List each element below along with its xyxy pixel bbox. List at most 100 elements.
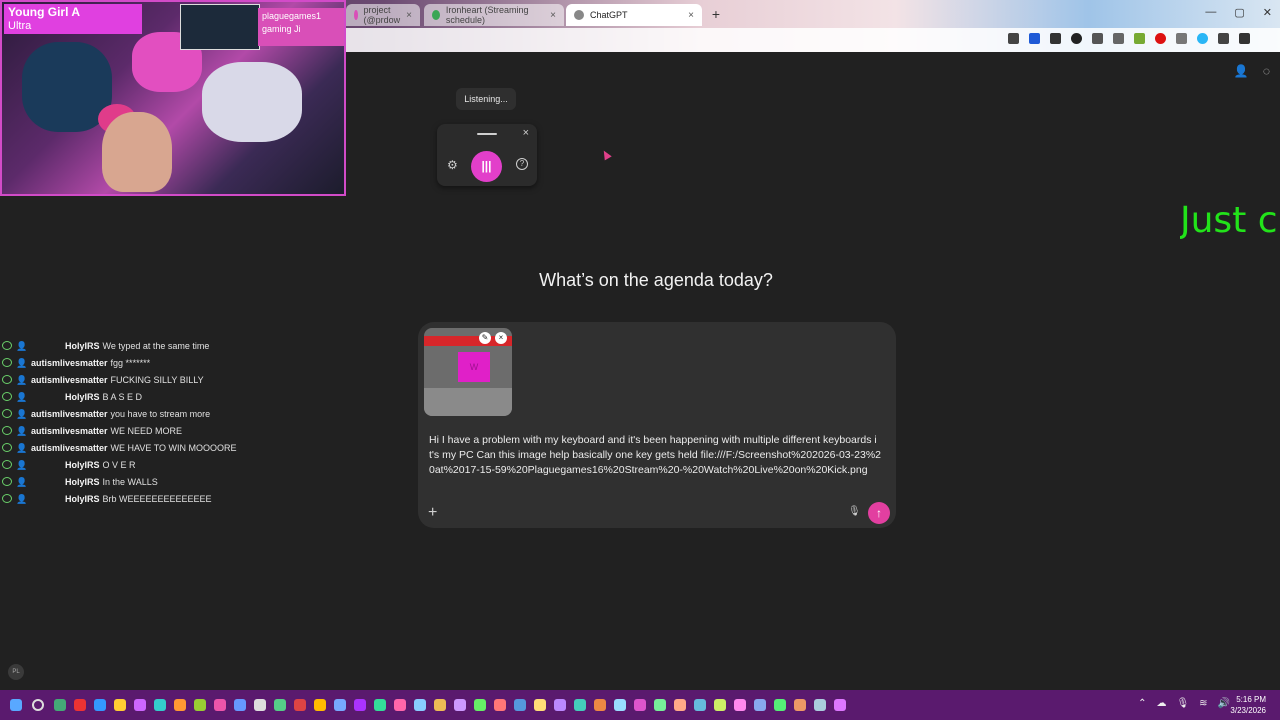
chat-username[interactable]: autismlivesmatter (31, 426, 108, 436)
chat-username[interactable]: HolyIRS (65, 460, 100, 470)
browser-tab[interactable]: project (@prdow × (346, 4, 420, 26)
taskbar-app-icon[interactable] (154, 699, 166, 711)
microphone-icon[interactable]: 🎙 (1176, 698, 1189, 709)
taskbar-app-icon[interactable] (554, 699, 566, 711)
minimize-button[interactable]: — (1205, 6, 1216, 19)
system-clock[interactable]: 5:16 PM 3/23/2026 (1230, 694, 1266, 716)
chat-username[interactable]: HolyIRS (65, 341, 100, 351)
user-icon: 👤 (16, 460, 28, 470)
shield-icon[interactable] (1134, 33, 1145, 44)
help-icon[interactable]: ? (516, 158, 528, 170)
taskbar-app-icon[interactable] (514, 699, 526, 711)
taskbar-app-icon[interactable] (574, 699, 586, 711)
tab-close-icon[interactable]: × (406, 10, 412, 21)
prompt-input[interactable]: Hi I have a problem with my keyboard and… (429, 433, 885, 478)
tab-close-icon[interactable]: × (550, 10, 556, 21)
new-tab-button[interactable]: + (708, 6, 724, 22)
taskbar-app-icon[interactable] (474, 699, 486, 711)
microphone-icon[interactable]: 🎙 (848, 506, 861, 518)
chat-username[interactable]: HolyIRS (65, 392, 100, 402)
taskbar-app-icon[interactable] (354, 699, 366, 711)
taskbar-app-icon[interactable] (754, 699, 766, 711)
chat-username[interactable]: autismlivesmatter (31, 375, 108, 385)
extension-icon[interactable] (1071, 33, 1082, 44)
taskbar-app-icon[interactable] (794, 699, 806, 711)
taskbar-app-icon[interactable] (454, 699, 466, 711)
prompt-composer[interactable]: W ✎ × Hi I have a problem with my keyboa… (418, 322, 896, 528)
taskbar-app-icon[interactable] (234, 699, 246, 711)
chat-text: FUCKING SILLY BILLY (110, 375, 204, 385)
search-icon[interactable] (32, 699, 44, 711)
user-icon: 👤 (16, 477, 28, 487)
taskbar-app-icon[interactable] (134, 699, 146, 711)
cloud-icon[interactable]: ☁ (1156, 698, 1166, 709)
taskbar-app-icon[interactable] (94, 699, 106, 711)
chat-username[interactable]: HolyIRS (65, 477, 100, 487)
taskbar-app-icon[interactable] (654, 699, 666, 711)
taskbar-app-icon[interactable] (694, 699, 706, 711)
tab-close-icon[interactable]: × (688, 10, 694, 21)
chat-username[interactable]: autismlivesmatter (31, 358, 108, 368)
chat-text: Brb WEEEEEEEEEEEEEE (102, 494, 212, 504)
taskbar-app-icon[interactable] (594, 699, 606, 711)
volume-icon[interactable]: 🔊 (1218, 698, 1230, 709)
extension-icon[interactable] (1197, 33, 1208, 44)
taskbar-app-icon[interactable] (74, 699, 86, 711)
taskbar-app-icon[interactable] (714, 699, 726, 711)
puzzle-icon[interactable] (1092, 33, 1103, 44)
user-icon[interactable]: 👤 (1234, 64, 1249, 78)
browser-tab-active[interactable]: ChatGPT × (566, 4, 702, 26)
taskbar-app-icon[interactable] (434, 699, 446, 711)
taskbar-app-icon[interactable] (634, 699, 646, 711)
pause-button[interactable]: ||| (471, 151, 502, 182)
avatar[interactable]: PL (8, 664, 24, 680)
maximize-button[interactable]: ▢ (1234, 6, 1244, 19)
extension-icon[interactable] (1176, 33, 1187, 44)
add-attachment-button[interactable]: + (428, 504, 437, 522)
taskbar-app-icon[interactable] (614, 699, 626, 711)
taskbar-app-icon[interactable] (254, 699, 266, 711)
chat-username[interactable]: HolyIRS (65, 494, 100, 504)
taskbar-app-icon[interactable] (54, 699, 66, 711)
taskbar-app-icon[interactable] (214, 699, 226, 711)
taskbar-app-icon[interactable] (814, 699, 826, 711)
taskbar-app-icon[interactable] (394, 699, 406, 711)
wifi-icon[interactable]: ≋ (1199, 698, 1207, 709)
taskbar-app-icon[interactable] (194, 699, 206, 711)
taskbar-app-icon[interactable] (734, 699, 746, 711)
play-icon[interactable] (1155, 33, 1166, 44)
taskbar-app-icon[interactable] (834, 699, 846, 711)
remove-attachment-icon[interactable]: × (495, 332, 507, 344)
browser-tab[interactable]: Ironheart (Streaming schedule) × (424, 4, 564, 26)
voice-close-button[interactable]: × (523, 127, 529, 139)
taskbar-app-icon[interactable] (414, 699, 426, 711)
window-close-button[interactable]: ✕ (1263, 6, 1272, 19)
chat-username[interactable]: autismlivesmatter (31, 443, 108, 453)
taskbar-app-icon[interactable] (774, 699, 786, 711)
taskbar-app-icon[interactable] (534, 699, 546, 711)
taskbar-app-icon[interactable] (174, 699, 186, 711)
taskbar-app-icon[interactable] (674, 699, 686, 711)
windows-start-icon[interactable] (10, 699, 22, 711)
download-icon[interactable] (1008, 33, 1019, 44)
taskbar-app-icon[interactable] (334, 699, 346, 711)
gear-icon[interactable]: ⚙ (447, 158, 458, 172)
taskbar-app-icon[interactable] (274, 699, 286, 711)
taskbar-app-icon[interactable] (314, 699, 326, 711)
attachment-thumbnail[interactable]: W ✎ × (424, 328, 512, 416)
save-icon[interactable] (1050, 33, 1061, 44)
bookmark-star-icon[interactable] (1029, 33, 1040, 44)
chevron-up-icon[interactable]: ⌃ (1138, 698, 1146, 709)
edit-icon[interactable]: ✎ (479, 332, 491, 344)
chat-username[interactable]: autismlivesmatter (31, 409, 108, 419)
extension-icon[interactable] (1218, 33, 1229, 44)
taskbar-app-icon[interactable] (294, 699, 306, 711)
temporary-chat-icon[interactable]: ◌ (1263, 64, 1270, 78)
taskbar-app-icon[interactable] (494, 699, 506, 711)
extension-icon[interactable] (1113, 33, 1124, 44)
drag-handle[interactable] (477, 133, 497, 135)
send-button[interactable]: ↑ (868, 502, 890, 524)
taskbar-app-icon[interactable] (374, 699, 386, 711)
camera-icon[interactable] (1239, 33, 1250, 44)
taskbar-app-icon[interactable] (114, 699, 126, 711)
